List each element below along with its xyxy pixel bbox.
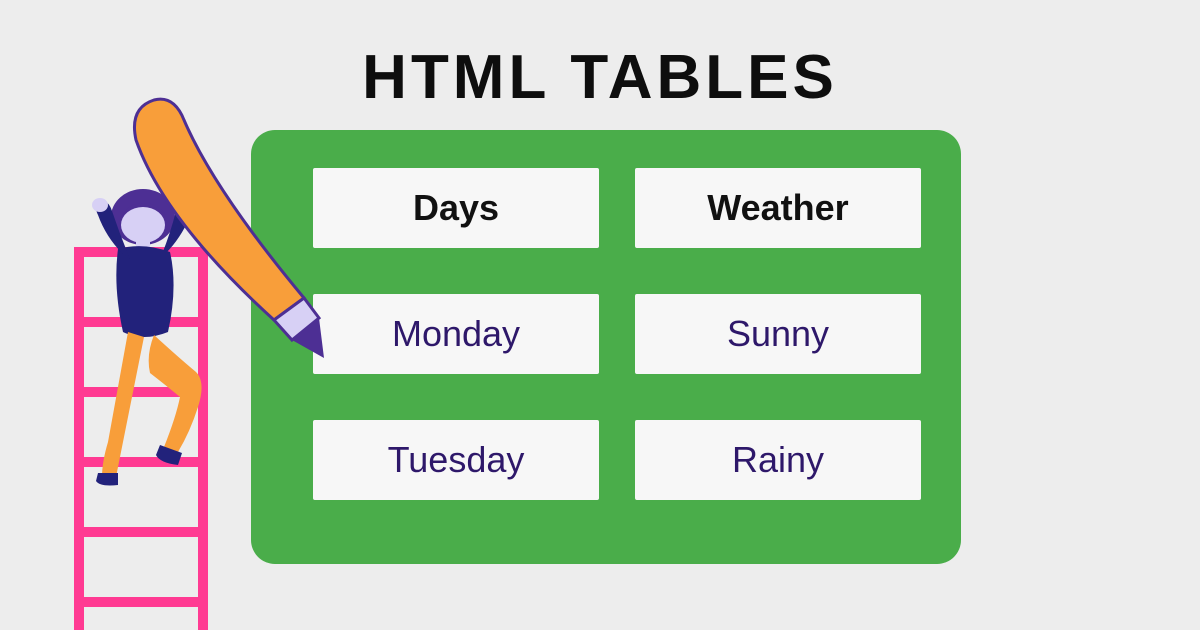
page-title: HTML TABLES [362,42,838,113]
table-cell: Rainy [635,420,921,500]
html-table-illustration: Days Weather Monday Sunny Tuesday Rainy [251,130,961,564]
table-header-weather: Weather [635,168,921,248]
table-row: Tuesday Rainy [313,420,921,500]
table-cell: Sunny [635,294,921,374]
table-cell: Monday [313,294,599,374]
table-header-row: Days Weather [313,168,921,248]
table-cell: Tuesday [313,420,599,500]
pencil-icon [124,90,334,370]
table-row: Monday Sunny [313,294,921,374]
table-header-days: Days [313,168,599,248]
